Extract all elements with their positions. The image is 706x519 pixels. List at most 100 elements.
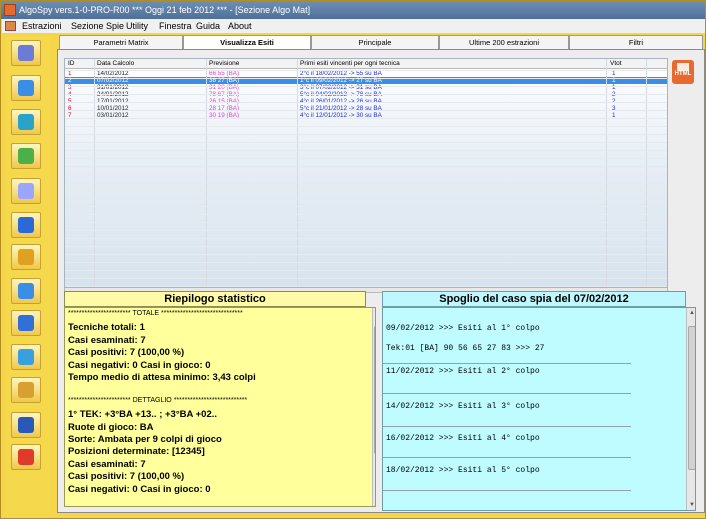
scroll-up-arrow-icon[interactable]: ▲ bbox=[688, 310, 695, 316]
spoglio-separator bbox=[383, 363, 631, 364]
statistics-scrollbar[interactable]: ▲ ▼ bbox=[372, 308, 375, 506]
sidebar-button-drop[interactable] bbox=[11, 344, 41, 370]
tab-filtri[interactable]: Filtri bbox=[569, 35, 703, 49]
spoglio-scrollbar[interactable]: ▲ ▼ bbox=[686, 308, 695, 510]
statistics-line: Casi positivi: 7 (100,00 %) bbox=[68, 471, 185, 483]
cell-id: 1 bbox=[68, 70, 72, 77]
spoglio-separator bbox=[383, 490, 631, 491]
grid-row-divider bbox=[65, 222, 667, 223]
app-icon bbox=[4, 4, 16, 16]
spoglio-panel[interactable]: 09/02/2012 >>> Esiti al 1° colpo Tek:01 [… bbox=[382, 307, 696, 511]
grid-row-divider bbox=[65, 70, 667, 71]
grid-row-divider bbox=[65, 206, 667, 207]
grid-row-divider bbox=[65, 286, 667, 287]
grid-row-divider bbox=[65, 150, 667, 151]
statistics-line: Casi esaminati: 7 bbox=[68, 334, 146, 346]
grid-row-divider bbox=[65, 246, 667, 247]
diamond-icon bbox=[18, 80, 34, 96]
col-header-vtot[interactable]: Vtot bbox=[610, 59, 622, 69]
grid-row-divider bbox=[65, 262, 667, 263]
table-row[interactable]: 1 14/02/2012 66 55 (BA) 2°c il 18/02/2012 -… bbox=[65, 70, 667, 77]
grid-row-divider bbox=[65, 174, 667, 175]
results-grid[interactable]: ID Data Calcolo Previsione Primi esiti v… bbox=[64, 58, 668, 288]
col-header-data[interactable]: Data Calcolo bbox=[97, 59, 134, 69]
statistics-line: Tecniche totali: 1 bbox=[68, 322, 145, 334]
power-icon bbox=[18, 449, 34, 465]
scroll-thumb[interactable] bbox=[374, 326, 375, 454]
lightbulb-icon bbox=[18, 183, 34, 199]
col-header-id[interactable]: ID bbox=[68, 59, 75, 69]
statistics-line: *********************** TOTALE *********… bbox=[68, 310, 243, 317]
main-panel: ID Data Calcolo Previsione Primi esiti v… bbox=[57, 49, 705, 513]
col-header-previsione[interactable]: Previsione bbox=[209, 59, 239, 69]
statistics-line: Casi negativi: 0 Casi in gioco: 0 bbox=[68, 483, 211, 495]
grid-row-divider bbox=[65, 158, 667, 159]
sidebar-button-book[interactable] bbox=[11, 412, 41, 438]
menu-estrazioni[interactable]: Estrazioni bbox=[22, 19, 62, 33]
scroll-thumb[interactable] bbox=[688, 326, 695, 470]
grid-row-divider bbox=[65, 94, 667, 95]
statistics-line: *********************** DETTAGLIO ******… bbox=[68, 396, 248, 404]
tab-ultime-200-estrazioni[interactable]: Ultime 200 estrazioni bbox=[439, 35, 569, 49]
grid-row-divider bbox=[65, 214, 667, 215]
pointer-icon bbox=[18, 217, 34, 233]
spoglio-line: 09/02/2012 >>> Esiti al 1° colpo bbox=[386, 324, 540, 333]
sidebar-button-compass[interactable] bbox=[11, 109, 41, 135]
cell-prev: 66 55 (BA) bbox=[209, 70, 240, 77]
statistics-line: 1° TEK: +3°BA +13.. ; +3°BA +02.. bbox=[68, 409, 218, 421]
menu-utility[interactable]: Utility bbox=[126, 19, 148, 33]
sidebar-button-power[interactable] bbox=[11, 444, 41, 470]
cell-vtot: 1 bbox=[612, 70, 616, 77]
tree-icon bbox=[18, 283, 34, 299]
spoglio-separator bbox=[383, 457, 631, 458]
grid-row-divider bbox=[65, 230, 667, 231]
sidebar-toolbar bbox=[6, 37, 50, 514]
spoglio-separator bbox=[383, 426, 631, 427]
spoglio-line: 16/02/2012 >>> Esiti al 4° colpo bbox=[386, 434, 540, 443]
spoglio-separator bbox=[383, 393, 631, 394]
html-export-button[interactable]: HTML bbox=[672, 60, 694, 84]
spoglio-line: 14/02/2012 >>> Esiti al 3° colpo bbox=[386, 402, 540, 411]
grid-row-divider bbox=[65, 134, 667, 135]
book-icon bbox=[18, 417, 34, 433]
menu-sezione-spie[interactable]: Sezione Spie bbox=[71, 19, 124, 33]
grid-row-divider bbox=[65, 78, 667, 79]
sidebar-button-calendar[interactable] bbox=[11, 310, 41, 336]
menu-app-icon[interactable] bbox=[5, 21, 16, 31]
grid-row-divider bbox=[65, 142, 667, 143]
spoglio-line: Tek:01 [BA] 90 56 65 27 83 >>> 27 bbox=[386, 344, 545, 353]
scroll-up-arrow-icon[interactable]: ▲ bbox=[374, 310, 375, 316]
menu-guida[interactable]: Guida bbox=[196, 19, 220, 33]
app-window: AlgoSpy vers.1-0-PRO-R00 *** Oggi 21 feb… bbox=[0, 0, 706, 519]
pencil-icon bbox=[18, 45, 34, 61]
calendar-icon bbox=[18, 315, 34, 331]
scroll-down-arrow-icon[interactable]: ▼ bbox=[374, 498, 375, 504]
sidebar-button-clock[interactable] bbox=[11, 377, 41, 403]
grid-row-divider bbox=[65, 198, 667, 199]
tab-parametri-matrix[interactable]: Parametri Matrix bbox=[59, 35, 183, 49]
checkmark-icon bbox=[18, 148, 34, 164]
sidebar-button-pointer[interactable] bbox=[11, 212, 41, 238]
window-title: AlgoSpy vers.1-0-PRO-R00 *** Oggi 21 feb… bbox=[19, 5, 311, 15]
compass-icon bbox=[18, 114, 34, 130]
grid-row-divider bbox=[65, 118, 667, 119]
clock-icon bbox=[18, 382, 34, 398]
col-header-esiti[interactable]: Primi esiti vincenti per ogni tecnica bbox=[300, 59, 400, 69]
statistics-panel[interactable]: *********************** TOTALE *********… bbox=[64, 307, 376, 507]
menu-finestra[interactable]: Finestra bbox=[159, 19, 192, 33]
tab-visualizza-esiti[interactable]: Visualizza Esiti bbox=[183, 35, 311, 49]
sidebar-button-tree[interactable] bbox=[11, 278, 41, 304]
menu-about[interactable]: About bbox=[228, 19, 252, 33]
sidebar-button-diamond[interactable] bbox=[11, 75, 41, 101]
sidebar-button-lightbulb[interactable] bbox=[11, 178, 41, 204]
tab-bar: Parametri Matrix Visualizza Esiti Princi… bbox=[57, 35, 705, 49]
sidebar-button-pencil[interactable] bbox=[11, 40, 41, 66]
statistics-line: Casi negativi: 0 Casi in gioco: 0 bbox=[68, 359, 211, 371]
sidebar-button-checkmark[interactable] bbox=[11, 143, 41, 169]
spoglio-line: 18/02/2012 >>> Esiti al 5° colpo bbox=[386, 466, 540, 475]
tab-principale[interactable]: Principale bbox=[311, 35, 439, 49]
scroll-down-arrow-icon[interactable]: ▼ bbox=[688, 502, 695, 508]
sidebar-button-dollar[interactable] bbox=[11, 244, 41, 270]
grid-row-divider bbox=[65, 110, 667, 111]
statistics-line: Casi positivi: 7 (100,00 %) bbox=[68, 347, 185, 359]
